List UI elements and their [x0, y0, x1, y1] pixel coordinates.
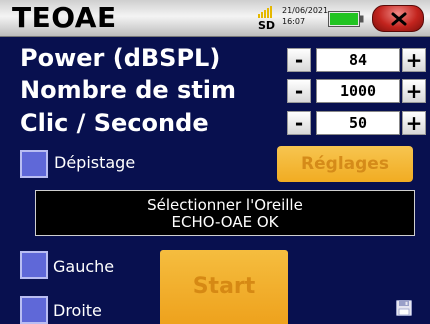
- stim-count-increment-button[interactable]: +: [402, 79, 426, 103]
- battery-icon: [328, 11, 364, 27]
- status-device: ECHO-OAE OK: [171, 213, 279, 231]
- date-label: 21/06/2021: [282, 6, 329, 15]
- power-label: Power (dBSPL): [20, 44, 221, 72]
- click-rate-label: Clic / Seconde: [20, 109, 209, 137]
- teoae-screen: TEOAE SD 21/06/2021 16:07 Power (dBSPL) …: [0, 0, 430, 324]
- left-ear-checkbox[interactable]: [20, 251, 48, 279]
- sd-card-indicator: SD: [258, 19, 276, 32]
- stim-count-value: 1000: [316, 79, 400, 103]
- screening-checkbox[interactable]: [20, 150, 48, 178]
- time-label: 16:07: [282, 17, 306, 26]
- power-decrement-button[interactable]: -: [287, 48, 311, 72]
- status-box: Sélectionner l'Oreille ECHO-OAE OK: [35, 190, 415, 236]
- signal-bars-icon: [258, 6, 272, 18]
- close-button[interactable]: [372, 5, 424, 32]
- right-ear-checkbox[interactable]: [20, 296, 48, 324]
- save-floppy-icon[interactable]: [396, 300, 412, 316]
- click-rate-value: 50: [316, 111, 400, 135]
- stim-count-label: Nombre de stim: [20, 76, 237, 104]
- screening-label: Dépistage: [54, 153, 136, 172]
- close-x-icon: [391, 12, 407, 26]
- click-rate-decrement-button[interactable]: -: [287, 111, 311, 135]
- right-ear-label: Droite: [53, 301, 102, 320]
- left-ear-label: Gauche: [53, 257, 115, 276]
- click-rate-increment-button[interactable]: +: [402, 111, 426, 135]
- status-message: Sélectionner l'Oreille: [147, 196, 303, 214]
- stim-count-decrement-button[interactable]: -: [287, 79, 311, 103]
- start-button[interactable]: Start: [160, 250, 288, 324]
- title-bar: TEOAE SD 21/06/2021 16:07: [0, 0, 430, 37]
- power-value: 84: [316, 48, 400, 72]
- app-title: TEOAE: [12, 1, 117, 34]
- power-increment-button[interactable]: +: [402, 48, 426, 72]
- settings-button[interactable]: Réglages: [277, 146, 413, 182]
